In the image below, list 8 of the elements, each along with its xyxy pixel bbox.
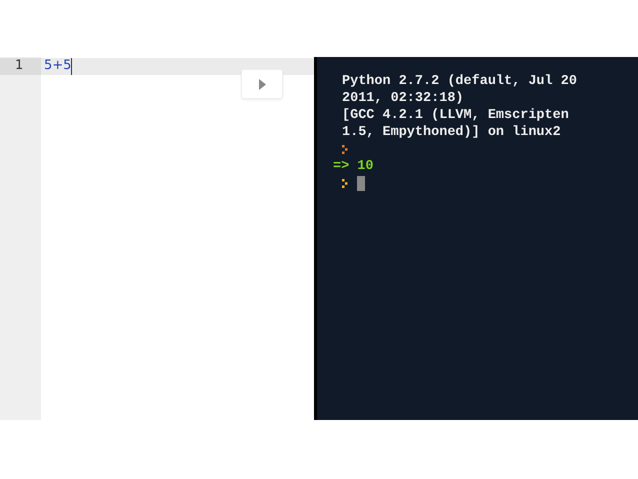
console-output: Python 2.7.2 (default, Jul 20 2011, 02:32:18)	[342, 73, 578, 107]
console-output: [GCC 4.2.1 (LLVM, Emscripten 1.5, Empythoned)] on linux2	[342, 107, 570, 141]
run-button[interactable]	[241, 69, 283, 99]
line-number: 1	[0, 58, 41, 75]
code-text: 5+5	[44, 58, 72, 75]
text-cursor	[357, 176, 365, 191]
play-icon	[258, 78, 266, 90]
result-text: => 10	[333, 158, 375, 175]
